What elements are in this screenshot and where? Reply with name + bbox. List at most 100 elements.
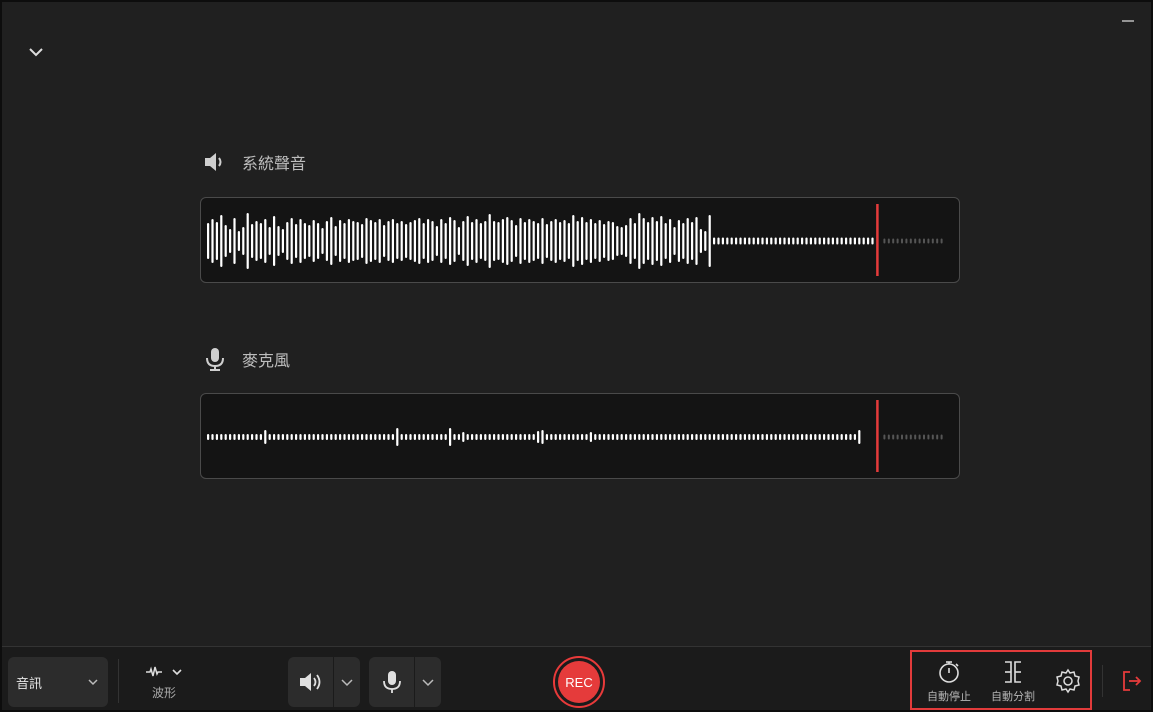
waveform-bar	[431, 221, 434, 261]
auto-split-button[interactable]: 自動分割	[986, 660, 1040, 704]
waveform-bar	[396, 428, 399, 446]
waveform-bar	[396, 223, 399, 259]
waveform-bar	[629, 218, 632, 264]
waveform-trail-bar	[918, 434, 921, 440]
waveform-bar	[378, 434, 381, 440]
waveform-bar	[493, 221, 496, 261]
mode-select[interactable]: 音訊	[8, 657, 108, 707]
waveform-bar	[422, 434, 425, 440]
waveform-bar	[576, 434, 579, 440]
waveform-bar	[629, 434, 632, 440]
waveform-bar	[563, 220, 566, 262]
waveform-icon	[145, 665, 163, 678]
microphone-dropdown[interactable]	[415, 657, 441, 707]
waveform-bar	[374, 434, 377, 440]
waveform-bar	[471, 222, 474, 260]
system-sound-dropdown[interactable]	[334, 657, 360, 707]
waveform-bar	[721, 434, 724, 440]
waveform-bar	[268, 434, 271, 440]
waveform-bar	[479, 223, 482, 259]
waveform-bar	[409, 222, 412, 260]
waveform-button[interactable]: 波形	[142, 659, 186, 707]
waveform-bar	[233, 434, 236, 440]
waveform-bar	[647, 222, 650, 260]
waveform-bar	[633, 434, 636, 440]
waveform-bar	[695, 434, 698, 440]
waveform-bar	[506, 434, 509, 440]
waveform-bar	[585, 434, 588, 440]
waveform-bar	[616, 434, 619, 440]
waveform-bar	[567, 223, 570, 259]
auto-stop-button[interactable]: 自動停止	[922, 660, 976, 704]
waveform-bar	[655, 221, 658, 261]
auto-split-label: 自動分割	[991, 690, 1035, 703]
microphone-header: 麥克風	[202, 346, 290, 372]
exit-icon[interactable]	[1120, 669, 1144, 693]
waveform-bar	[757, 434, 760, 440]
waveform-bar	[541, 430, 544, 444]
waveform-bar	[611, 434, 614, 440]
waveform-bar	[559, 222, 562, 260]
waveform-bar	[537, 431, 540, 443]
waveform-bar	[708, 434, 711, 440]
waveform-bar	[215, 434, 218, 440]
minimize-icon[interactable]	[1119, 12, 1137, 30]
waveform-bar	[484, 434, 487, 440]
waveform-bar	[686, 218, 689, 264]
waveform-bar	[387, 221, 390, 261]
waveform-bar	[273, 434, 276, 440]
waveform-bar	[660, 216, 663, 266]
settings-button[interactable]	[1054, 668, 1082, 694]
waveform-bar	[831, 434, 834, 440]
waveform-bar	[770, 434, 773, 440]
chevron-down-icon	[86, 675, 100, 689]
waveform-bar	[330, 217, 333, 265]
record-button[interactable]: REC	[553, 656, 605, 708]
waveform-bar	[475, 219, 478, 263]
waveform-bar	[391, 434, 394, 440]
waveform-bar	[581, 434, 584, 440]
waveform-trail-bar	[905, 238, 908, 244]
waveform-trail-bar	[901, 434, 903, 440]
waveform-bar	[620, 227, 623, 255]
waveform-bar	[488, 214, 491, 268]
waveform-bar	[735, 434, 738, 440]
waveform-bar	[471, 434, 474, 440]
waveform-bar	[413, 220, 416, 262]
waveform-bar	[867, 237, 870, 245]
microphone-toggle[interactable]	[369, 657, 415, 707]
system-sound-waveform	[200, 197, 960, 283]
waveform-bar	[369, 434, 372, 440]
bottom-toolbar: 音訊 波形 REC 自動停止 自動分割	[2, 646, 1151, 710]
waveform-bar	[290, 434, 293, 440]
waveform-bar	[383, 434, 386, 440]
waveform-bar	[554, 219, 557, 263]
waveform-bar	[787, 434, 790, 440]
waveform-bar	[625, 225, 628, 257]
chevron-down-icon[interactable]	[24, 40, 48, 64]
waveform-bar	[801, 434, 804, 440]
waveform-bar	[352, 434, 355, 440]
waveform-bar	[721, 237, 724, 245]
waveform-bar	[779, 237, 782, 245]
waveform-bar	[673, 434, 676, 440]
waveform-bar	[453, 434, 456, 440]
waveform-bar	[224, 225, 227, 257]
waveform-bar	[400, 434, 403, 440]
waveform-bar	[528, 434, 531, 440]
waveform-trail-bar	[931, 238, 934, 244]
waveform-bar	[594, 223, 597, 259]
waveform-bar	[207, 223, 210, 259]
waveform-bar	[418, 218, 421, 264]
waveform-bar	[317, 223, 320, 259]
system-sound-toggle[interactable]	[288, 657, 334, 707]
waveform-bar	[669, 219, 672, 263]
waveform-bar	[642, 434, 645, 440]
waveform-bar	[233, 218, 236, 264]
waveform-bar	[858, 237, 861, 245]
waveform-bar	[369, 220, 372, 262]
waveform-bar	[462, 221, 465, 261]
waveform-bar	[871, 237, 874, 245]
waveform-bar	[572, 434, 575, 440]
waveform-bar	[523, 222, 526, 260]
